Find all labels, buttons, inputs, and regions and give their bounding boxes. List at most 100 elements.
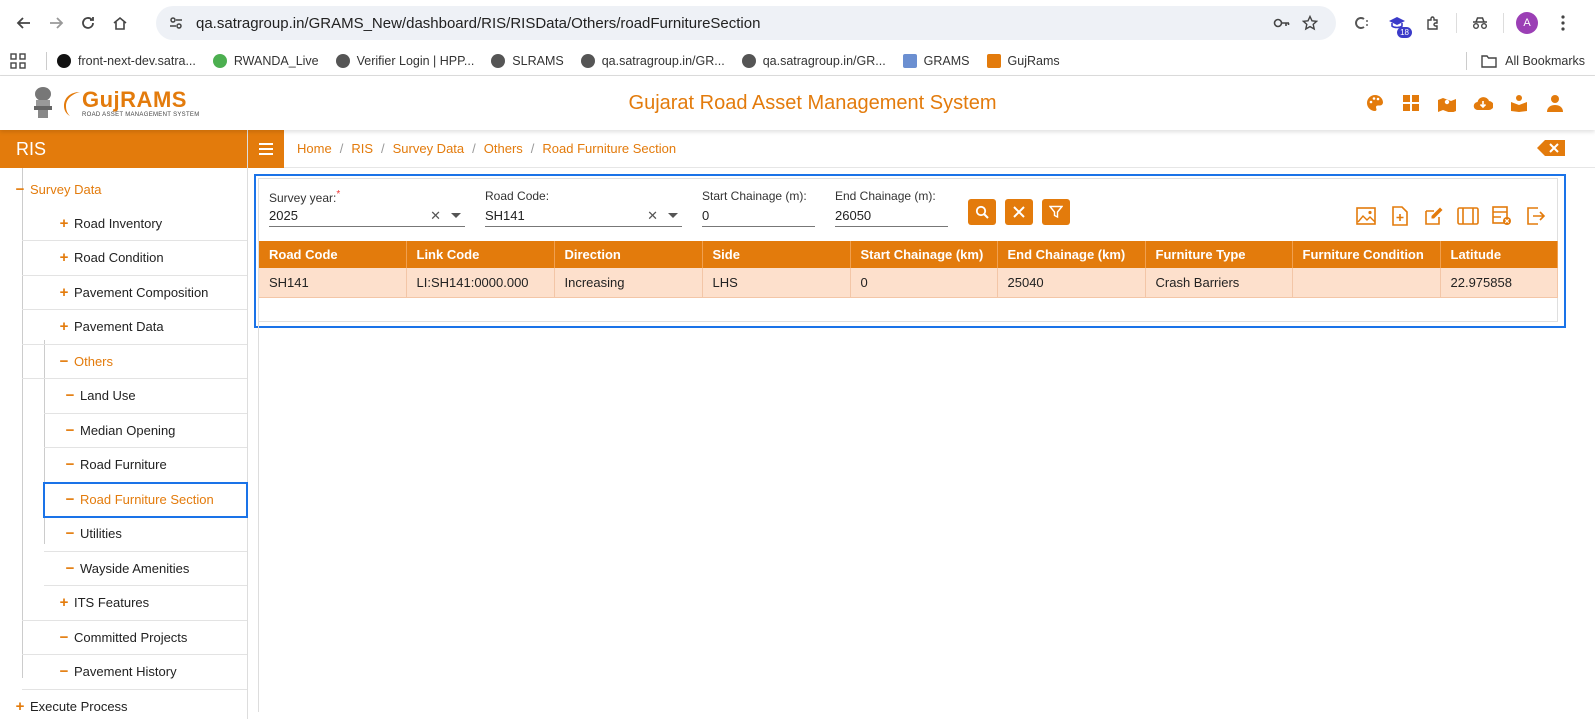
collapse-minus-icon[interactable]: −	[58, 353, 70, 370]
clear-x-icon[interactable]: ✕	[647, 208, 658, 224]
end-chainage-value: 26050	[835, 208, 872, 223]
sidebar-item-median-opening[interactable]: − Median Opening	[44, 414, 247, 448]
bookmark-item[interactable]: SLRAMS	[491, 53, 564, 68]
start-chainage-input[interactable]: 0	[702, 205, 815, 227]
column-header[interactable]: Furniture Type	[1145, 241, 1293, 268]
sidebar-item-others[interactable]: − Others	[22, 345, 247, 379]
chevron-down-icon[interactable]	[451, 213, 461, 218]
clear-button[interactable]	[1005, 199, 1033, 225]
bookmark-item[interactable]: qa.satragroup.in/GR...	[580, 53, 725, 68]
bookmark-item[interactable]: GRAMS	[902, 53, 970, 68]
sidebar-item-survey-data[interactable]: − Survey Data	[0, 172, 247, 207]
leaf-dash-icon: −	[65, 456, 75, 474]
user-icon[interactable]	[1545, 93, 1565, 113]
browser-toolbar: qa.satragroup.in/GRAMS_New/dashboard/RIS…	[0, 0, 1595, 46]
password-key-icon[interactable]	[1268, 9, 1296, 37]
sidebar-item-committed-projects[interactable]: − Committed Projects	[22, 621, 247, 655]
kebab-menu-icon[interactable]	[1550, 10, 1576, 36]
sidebar-item-pavement-composition[interactable]: + Pavement Composition	[22, 276, 247, 310]
bookmark-star-icon[interactable]	[1296, 9, 1324, 37]
breadcrumb-survey-data[interactable]: Survey Data	[393, 141, 465, 156]
breadcrumb-ris[interactable]: RIS	[351, 141, 373, 156]
incognito-icon[interactable]	[1467, 10, 1493, 36]
column-header[interactable]: Furniture Condition	[1292, 241, 1441, 268]
breadcrumb-others[interactable]: Others	[484, 141, 523, 156]
sidebar-item-wayside-amenities[interactable]: − Wayside Amenities	[44, 552, 247, 586]
column-header[interactable]: End Chainage (km)	[997, 241, 1146, 268]
end-chainage-input[interactable]: 26050	[835, 205, 948, 227]
table-settings-icon[interactable]	[1491, 205, 1513, 227]
expand-plus-icon[interactable]: +	[14, 698, 26, 715]
bookmark-item[interactable]: qa.satragroup.in/GR...	[741, 53, 886, 68]
column-header[interactable]: Side	[702, 241, 851, 268]
palette-icon[interactable]	[1365, 93, 1385, 113]
edit-icon[interactable]	[1423, 205, 1445, 227]
add-file-icon[interactable]	[1389, 205, 1411, 227]
extension-c-icon[interactable]	[1348, 10, 1374, 36]
collapse-minus-icon[interactable]: −	[14, 181, 26, 198]
sidebar-item-road-furniture[interactable]: − Road Furniture	[44, 448, 247, 483]
dashboard-grid-icon[interactable]	[1401, 93, 1421, 113]
breadcrumb-home[interactable]: Home	[297, 141, 332, 156]
sidebar-item-pavement-data[interactable]: + Pavement Data	[22, 310, 247, 345]
globe-icon	[335, 53, 350, 68]
close-icon	[1013, 206, 1025, 218]
sidebar-item-road-furniture-section[interactable]: − Road Furniture Section	[43, 481, 248, 518]
cloud-download-icon[interactable]	[1473, 93, 1493, 113]
address-bar[interactable]: qa.satragroup.in/GRAMS_New/dashboard/RIS…	[156, 6, 1336, 40]
expand-plus-icon[interactable]: +	[58, 318, 70, 335]
sidebar-item-utilities[interactable]: − Utilities	[44, 517, 247, 552]
home-icon[interactable]	[104, 7, 136, 39]
sidebar-item-land-use[interactable]: − Land Use	[44, 379, 247, 414]
expand-plus-icon[interactable]: +	[58, 249, 70, 266]
all-bookmarks[interactable]: All Bookmarks	[1466, 51, 1585, 70]
table-cell: LHS	[702, 268, 851, 298]
column-header[interactable]: Link Code	[406, 241, 555, 268]
profile-avatar[interactable]: A	[1514, 10, 1540, 36]
search-button[interactable]	[968, 199, 996, 225]
graduation-cap-icon[interactable]: 18	[1384, 10, 1412, 38]
table-cell: Increasing	[554, 268, 703, 298]
backspace-close-icon[interactable]	[1537, 139, 1567, 158]
leaf-dash-icon: −	[59, 628, 69, 646]
reload-icon[interactable]	[72, 7, 104, 39]
sidebar-item-road-inventory[interactable]: + Road Inventory	[22, 207, 247, 241]
expand-plus-icon[interactable]: +	[58, 594, 70, 611]
sidebar-item-road-condition[interactable]: + Road Condition	[22, 241, 247, 276]
book-reader-icon[interactable]	[1509, 93, 1529, 113]
logo[interactable]: GujRAMS ROAD ASSET MANAGEMENT SYSTEM	[30, 85, 430, 121]
column-header[interactable]: Latitude	[1440, 241, 1558, 268]
export-icon[interactable]	[1525, 205, 1547, 227]
table-cell: 0	[850, 268, 998, 298]
chevron-down-icon[interactable]	[668, 213, 678, 218]
bookmark-item[interactable]: RWANDA_Live	[212, 53, 319, 68]
sidebar-item-pavement-history[interactable]: − Pavement History	[22, 655, 247, 690]
clear-x-icon[interactable]: ✕	[430, 208, 441, 224]
column-header[interactable]: Direction	[554, 241, 703, 268]
road-code-select[interactable]: SH141 ✕	[485, 205, 682, 227]
survey-year-select[interactable]: 2025 ✕	[269, 205, 465, 227]
site-settings-icon[interactable]	[168, 15, 184, 31]
expand-plus-icon[interactable]: +	[58, 215, 70, 232]
column-header[interactable]: Road Code	[259, 241, 407, 268]
back-arrow-icon[interactable]	[8, 7, 40, 39]
hamburger-menu-icon[interactable]	[248, 129, 284, 168]
split-view-icon[interactable]	[1457, 205, 1479, 227]
column-header[interactable]: Start Chainage (km)	[850, 241, 998, 268]
map-marker-icon[interactable]	[1437, 93, 1457, 113]
road-code-label: Road Code:	[485, 189, 550, 203]
bookmark-item[interactable]: front-next-dev.satra...	[57, 53, 196, 68]
bookmark-item[interactable]: Verifier Login | HPP...	[335, 53, 474, 68]
filter-button[interactable]	[1042, 199, 1070, 225]
expand-plus-icon[interactable]: +	[58, 284, 70, 301]
forward-arrow-icon[interactable]	[40, 7, 72, 39]
table-row[interactable]: SH141 LI:SH141:0000.000 Increasing LHS 0…	[259, 268, 1558, 298]
apps-grid-icon[interactable]	[10, 52, 30, 69]
sidebar-item-its-features[interactable]: + ITS Features	[22, 586, 247, 621]
url-text[interactable]: qa.satragroup.in/GRAMS_New/dashboard/RIS…	[196, 15, 1268, 32]
extensions-puzzle-icon[interactable]	[1420, 10, 1446, 36]
bookmark-item[interactable]: GujRams	[986, 53, 1060, 68]
sidebar-item-execute-process[interactable]: + Execute Process	[0, 690, 247, 719]
survey-year-value: 2025	[269, 208, 298, 223]
image-icon[interactable]	[1355, 205, 1377, 227]
